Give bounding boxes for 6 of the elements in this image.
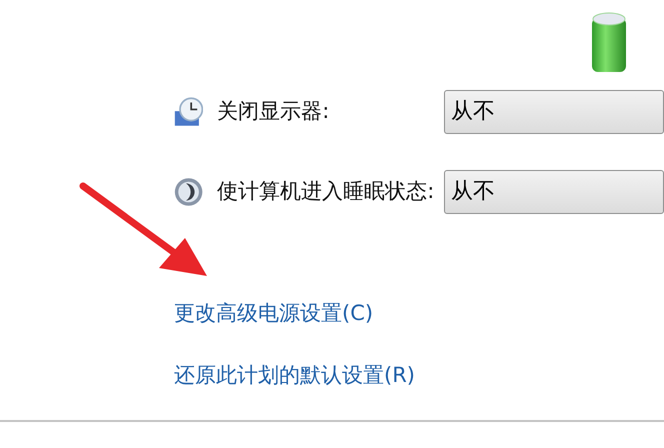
setting-label: 使计算机进入睡眠状态: — [217, 178, 436, 206]
setting-label: 关闭显示器: — [217, 98, 330, 126]
dropdown[interactable]: 从不 — [444, 90, 664, 134]
link[interactable]: 更改高级电源设置(C) — [174, 298, 374, 330]
link[interactable]: 还原此计划的默认设置(R) — [174, 360, 415, 391]
dropdown[interactable]: 从不 — [444, 170, 664, 214]
